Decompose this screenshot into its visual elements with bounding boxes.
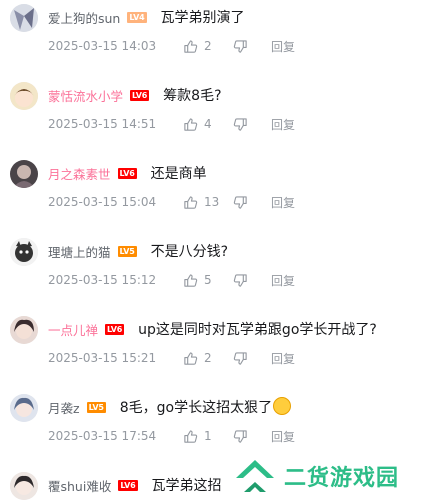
thumbs-down-icon <box>233 195 247 209</box>
comment-item: 月之森素世 LV6 还是商单 2025-03-15 15:04 13 回复 <box>0 156 428 234</box>
comment-text: 瓦学弟这招 <box>151 478 222 494</box>
level-badge: LV6 <box>118 479 138 491</box>
thumbs-up-icon <box>184 117 198 131</box>
timestamp: 2025-03-15 15:12 <box>48 273 157 287</box>
username[interactable]: 覆shui难收 <box>48 476 111 495</box>
comment-text: 8毛，go学长这招太狠了 <box>120 397 292 417</box>
thumbs-down-icon <box>233 351 247 365</box>
dislike-button[interactable] <box>233 39 263 54</box>
comment-item: 蒙恬流水小学 LV6 筹款8毛? 2025-03-15 14:51 4 回复 <box>0 78 428 156</box>
comment-text: 瓦学弟别演了 <box>160 10 245 26</box>
like-count: 4 <box>204 117 212 131</box>
comment-text: up这是同时对瓦学弟跟go学长开战了? <box>138 322 377 338</box>
reply-button[interactable]: 回复 <box>271 116 295 133</box>
avatar[interactable] <box>10 238 38 266</box>
avatar[interactable] <box>10 394 38 422</box>
like-count: 2 <box>204 351 212 365</box>
like-button[interactable]: 4 <box>183 117 233 132</box>
level-badge: LV5 <box>117 245 137 257</box>
comment-item: 一点儿禅 LV6 up这是同时对瓦学弟跟go学长开战了? 2025-03-15 … <box>0 312 428 390</box>
level-badge: LV5 <box>86 401 106 413</box>
thumbs-up-icon <box>184 195 198 209</box>
username[interactable]: 理塘上的猫 <box>48 242 111 261</box>
like-button[interactable]: 1 <box>183 429 233 444</box>
watermark: 二货游戏园 <box>232 452 428 499</box>
timestamp: 2025-03-15 14:51 <box>48 117 157 131</box>
watermark-text: 二货游戏园 <box>284 465 400 491</box>
like-count: 5 <box>204 273 212 287</box>
like-button[interactable]: 13 <box>183 195 233 210</box>
timestamp: 2025-03-15 17:54 <box>48 429 157 443</box>
level-badge: LV4 <box>127 11 147 23</box>
like-button[interactable]: 2 <box>183 39 233 54</box>
dislike-button[interactable] <box>233 273 263 288</box>
like-button[interactable]: 2 <box>183 351 233 366</box>
dislike-button[interactable] <box>233 351 263 366</box>
level-badge: LV6 <box>117 167 137 179</box>
thumbs-up-icon <box>184 273 198 287</box>
like-count: 13 <box>204 195 220 209</box>
avatar[interactable] <box>10 472 38 500</box>
like-count: 1 <box>204 429 212 443</box>
avatar[interactable] <box>10 82 38 110</box>
avatar[interactable] <box>10 4 38 32</box>
thumbs-up-icon <box>184 39 198 53</box>
username[interactable]: 月之森素世 <box>48 164 111 183</box>
like-button[interactable]: 5 <box>183 273 233 288</box>
level-badge: LV6 <box>105 323 125 335</box>
thumbs-down-icon <box>233 39 247 53</box>
timestamp: 2025-03-15 14:03 <box>48 39 157 53</box>
timestamp: 2025-03-15 15:21 <box>48 351 157 365</box>
emoji-icon <box>273 397 292 415</box>
thumbs-up-icon <box>184 429 198 443</box>
reply-button[interactable]: 回复 <box>271 272 295 289</box>
logo-icon <box>236 459 274 492</box>
dislike-button[interactable] <box>233 429 263 444</box>
reply-button[interactable]: 回复 <box>271 428 295 445</box>
level-badge: LV6 <box>130 89 150 101</box>
comment-text: 不是八分钱? <box>150 244 229 260</box>
thumbs-down-icon <box>233 273 247 287</box>
like-count: 2 <box>204 39 212 53</box>
username[interactable]: 一点儿禅 <box>48 320 98 339</box>
timestamp: 2025-03-15 15:04 <box>48 195 157 209</box>
comment-text: 筹款8毛? <box>163 88 222 104</box>
avatar[interactable] <box>10 160 38 188</box>
thumbs-up-icon <box>184 351 198 365</box>
username[interactable]: 蒙恬流水小学 <box>48 86 123 105</box>
username[interactable]: 月袭z <box>48 398 80 417</box>
comment-item: 爱上狗的sun LV4 瓦学弟别演了 2025-03-15 14:03 2 回复 <box>0 0 428 78</box>
reply-button[interactable]: 回复 <box>271 194 295 211</box>
dislike-button[interactable] <box>233 117 263 132</box>
comment-item: 理塘上的猫 LV5 不是八分钱? 2025-03-15 15:12 5 回复 <box>0 234 428 312</box>
thumbs-down-icon <box>233 117 247 131</box>
thumbs-down-icon <box>233 429 247 443</box>
dislike-button[interactable] <box>233 195 263 210</box>
avatar[interactable] <box>10 316 38 344</box>
reply-button[interactable]: 回复 <box>271 350 295 367</box>
reply-button[interactable]: 回复 <box>271 38 295 55</box>
comment-text: 还是商单 <box>150 166 207 182</box>
username[interactable]: 爱上狗的sun <box>48 8 120 27</box>
